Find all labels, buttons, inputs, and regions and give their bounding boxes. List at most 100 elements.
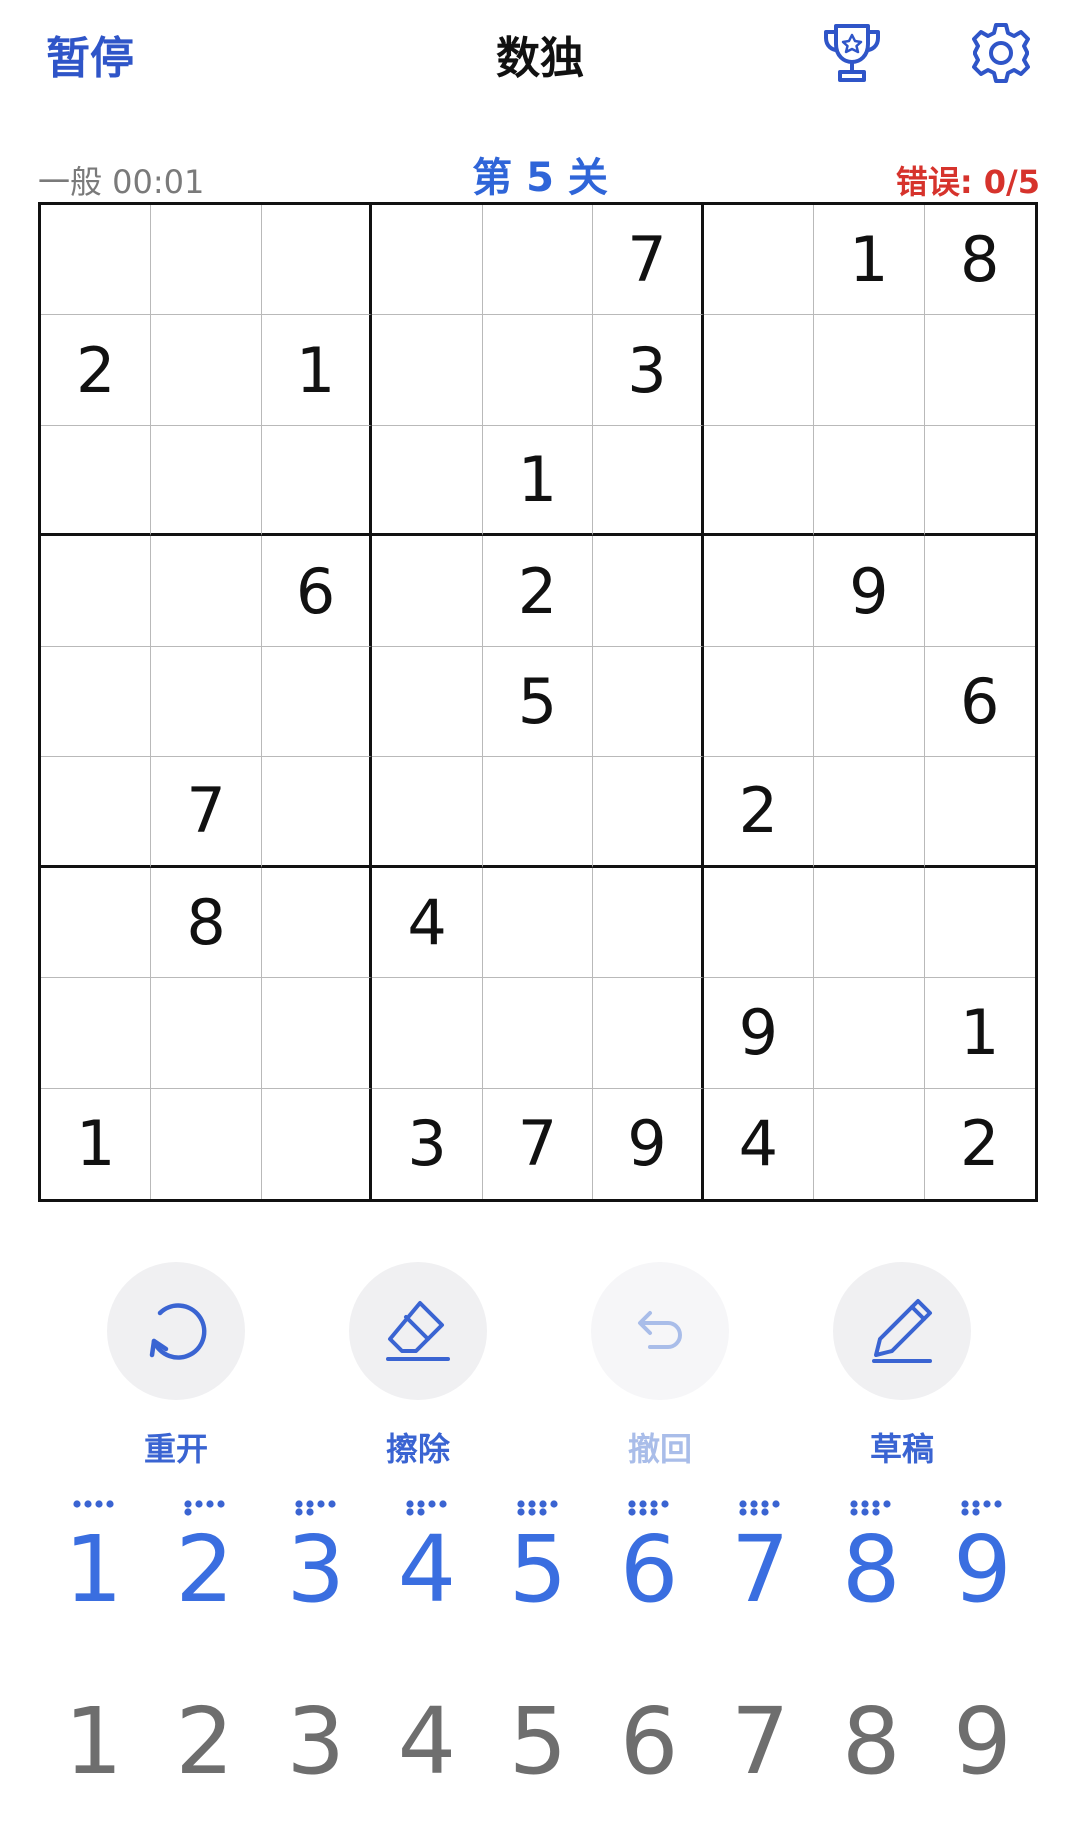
board-cell[interactable] xyxy=(151,425,262,537)
undo-button[interactable]: 撤回 xyxy=(590,1262,730,1470)
board-cell[interactable] xyxy=(924,757,1035,868)
board-cell[interactable] xyxy=(814,315,925,426)
note-number-button-9[interactable]: 9 xyxy=(927,1692,1038,1792)
number-button-7[interactable]: 7 xyxy=(705,1498,816,1620)
board-cell[interactable] xyxy=(151,205,262,316)
note-number-button-6[interactable]: 6 xyxy=(594,1692,705,1792)
board-cell[interactable] xyxy=(262,1088,373,1199)
undo-button-circle[interactable] xyxy=(591,1262,729,1400)
board-cell[interactable] xyxy=(703,315,815,426)
settings-button[interactable] xyxy=(970,22,1032,84)
board-cell[interactable]: 3 xyxy=(593,315,704,426)
board-cell[interactable]: 4 xyxy=(704,1088,815,1199)
board-cell[interactable] xyxy=(372,425,483,537)
note-number-button-1[interactable]: 1 xyxy=(38,1692,149,1792)
board-cell[interactable]: 9 xyxy=(593,1088,704,1199)
number-button-4[interactable]: 4 xyxy=(371,1498,482,1620)
board-cell[interactable]: 1 xyxy=(814,205,925,316)
board-cell[interactable]: 2 xyxy=(41,315,152,426)
board-cell[interactable]: 2 xyxy=(482,536,594,647)
draft-button[interactable]: 草稿 xyxy=(832,1262,972,1470)
board-cell[interactable] xyxy=(814,425,925,537)
board-cell[interactable]: 8 xyxy=(924,205,1035,316)
board-cell[interactable] xyxy=(261,757,373,868)
number-button-2[interactable]: 2 xyxy=(149,1498,260,1620)
board-cell[interactable] xyxy=(261,978,373,1089)
board-cell[interactable] xyxy=(924,536,1035,647)
board-cell[interactable] xyxy=(703,867,815,979)
board-cell[interactable] xyxy=(41,205,152,316)
board-cell[interactable] xyxy=(151,978,262,1089)
board-cell[interactable] xyxy=(924,868,1035,979)
board-cell[interactable]: 7 xyxy=(151,757,262,868)
board-cell[interactable]: 8 xyxy=(151,867,262,979)
board-cell[interactable] xyxy=(41,646,152,758)
board-cell[interactable]: 3 xyxy=(372,1088,483,1199)
board-cell[interactable]: 6 xyxy=(261,536,373,647)
board-cell[interactable] xyxy=(482,315,594,426)
board-cell[interactable] xyxy=(593,536,704,647)
number-button-1[interactable]: 1 xyxy=(38,1498,149,1620)
board-cell[interactable] xyxy=(482,205,594,316)
board-cell[interactable] xyxy=(372,978,483,1089)
board-cell[interactable]: 7 xyxy=(483,1088,594,1199)
erase-button-circle[interactable] xyxy=(349,1262,487,1400)
board-cell[interactable] xyxy=(593,757,704,868)
board-cell[interactable] xyxy=(814,646,925,758)
number-button-8[interactable]: 8 xyxy=(816,1498,927,1620)
board-cell[interactable]: 1 xyxy=(261,315,373,426)
board-cell[interactable] xyxy=(814,867,925,979)
note-number-button-5[interactable]: 5 xyxy=(482,1692,593,1792)
board-cell[interactable]: 9 xyxy=(814,536,925,647)
board-cell[interactable] xyxy=(151,536,262,647)
board-cell[interactable] xyxy=(372,315,483,426)
board-cell[interactable] xyxy=(41,978,152,1089)
board-cell[interactable] xyxy=(41,536,152,647)
board-cell[interactable]: 1 xyxy=(482,425,594,537)
board-cell[interactable]: 1 xyxy=(924,978,1035,1089)
number-button-3[interactable]: 3 xyxy=(260,1498,371,1620)
board-cell[interactable] xyxy=(482,978,594,1089)
board-cell[interactable] xyxy=(814,757,925,868)
board-cell[interactable] xyxy=(814,1088,925,1199)
board-cell[interactable] xyxy=(261,867,373,979)
board-cell[interactable] xyxy=(261,425,373,537)
board-cell[interactable] xyxy=(703,425,815,537)
restart-button[interactable]: 重开 xyxy=(106,1262,246,1470)
board-cell[interactable]: 6 xyxy=(924,647,1035,758)
board-cell[interactable] xyxy=(372,646,483,758)
note-number-button-3[interactable]: 3 xyxy=(260,1692,371,1792)
number-button-6[interactable]: 6 xyxy=(594,1498,705,1620)
board-cell[interactable]: 2 xyxy=(925,1089,1035,1199)
board-cell[interactable]: 4 xyxy=(372,867,483,979)
board-cell[interactable] xyxy=(151,646,262,758)
board-cell[interactable] xyxy=(814,978,925,1089)
board-cell[interactable]: 1 xyxy=(41,1088,152,1199)
number-button-9[interactable]: 9 xyxy=(927,1498,1038,1620)
board-cell[interactable]: 5 xyxy=(482,646,594,758)
board-cell[interactable]: 9 xyxy=(703,978,815,1089)
board-cell[interactable] xyxy=(261,646,373,758)
note-number-button-4[interactable]: 4 xyxy=(371,1692,482,1792)
board-cell[interactable] xyxy=(482,867,594,979)
board-cell[interactable] xyxy=(151,315,262,426)
draft-button-circle[interactable] xyxy=(833,1262,971,1400)
board-cell[interactable] xyxy=(372,205,483,316)
board-cell[interactable] xyxy=(151,1088,262,1199)
board-cell[interactable] xyxy=(41,867,152,979)
board-cell[interactable] xyxy=(482,757,594,868)
board-cell[interactable] xyxy=(924,426,1035,537)
board-cell[interactable] xyxy=(261,205,373,316)
note-number-button-7[interactable]: 7 xyxy=(705,1692,816,1792)
note-number-button-2[interactable]: 2 xyxy=(149,1692,260,1792)
board-cell[interactable]: 7 xyxy=(593,205,704,316)
board-cell[interactable] xyxy=(703,205,815,316)
board-cell[interactable] xyxy=(703,646,815,758)
board-cell[interactable] xyxy=(41,425,152,537)
board-cell[interactable] xyxy=(924,315,1035,426)
board-cell[interactable]: 2 xyxy=(703,757,815,868)
board-cell[interactable] xyxy=(372,536,483,647)
note-number-button-8[interactable]: 8 xyxy=(816,1692,927,1792)
board-cell[interactable] xyxy=(41,757,152,868)
board-cell[interactable] xyxy=(593,867,704,979)
